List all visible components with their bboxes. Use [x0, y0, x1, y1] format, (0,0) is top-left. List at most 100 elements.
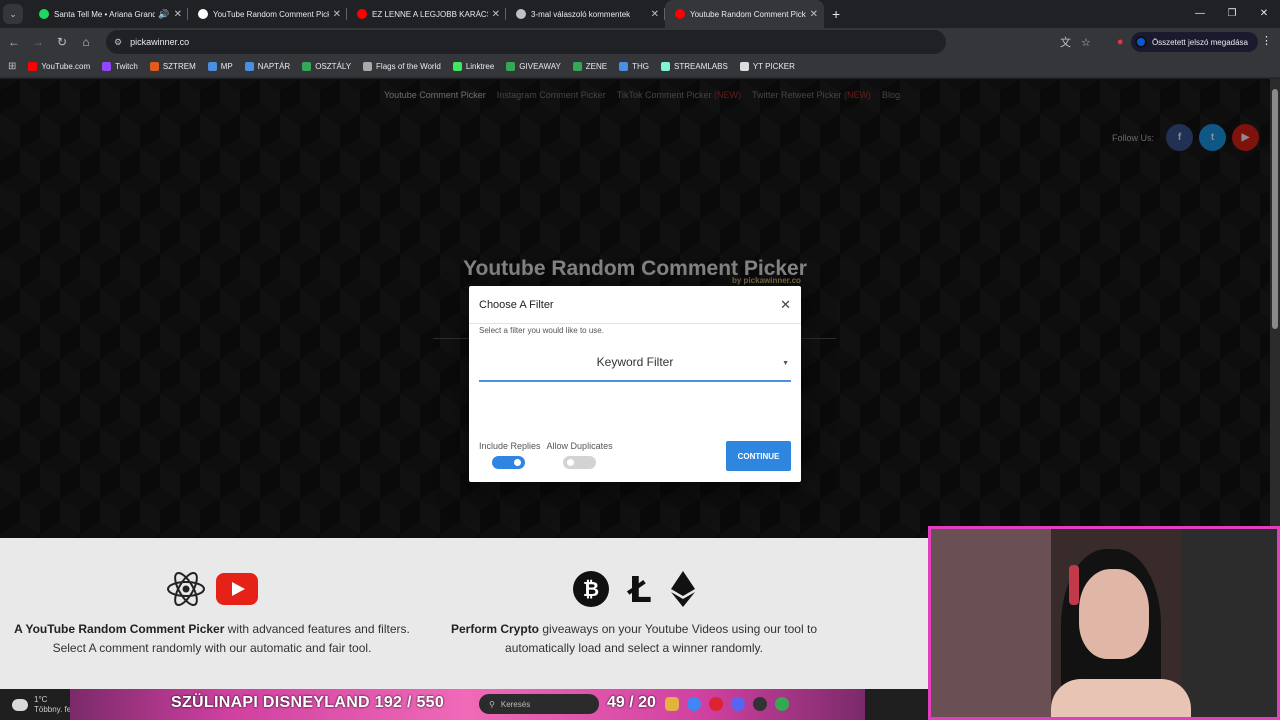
bookmark-item[interactable]: GIVEAWAY	[506, 62, 561, 71]
opera-icon[interactable]	[709, 697, 723, 711]
bookmark-favicon-icon	[207, 62, 217, 71]
reload-icon[interactable]: ↻	[50, 35, 74, 49]
bookmark-favicon-icon	[506, 62, 516, 71]
bookmark-favicon-icon	[302, 62, 312, 71]
include-replies-toggle[interactable]	[492, 456, 525, 469]
feature-text-line1: Perform Crypto giveaways on your Youtube…	[436, 620, 832, 639]
feature-bold: Perform Crypto	[451, 622, 540, 636]
streamer-body	[1051, 679, 1191, 717]
bookmark-favicon-icon	[28, 62, 38, 71]
bookmark-item[interactable]: ZENE	[572, 62, 608, 71]
bookmark-item[interactable]: THG	[619, 62, 649, 71]
tab-close-icon[interactable]: ✕	[810, 9, 818, 20]
app-icon[interactable]	[775, 697, 789, 711]
bookmark-favicon-icon	[244, 62, 254, 71]
bookmark-item[interactable]: STREAMLABS	[661, 62, 728, 71]
browser-tab[interactable]: Santa Tell Me • Ariana Grande 🔊 ✕	[29, 0, 188, 28]
tab-close-icon[interactable]: ✕	[333, 9, 341, 20]
scrollbar-thumb[interactable]	[1272, 89, 1278, 329]
chrome-icon[interactable]	[687, 697, 701, 711]
bookmark-label: ZENE	[585, 62, 608, 71]
allow-duplicates-toggle[interactable]	[562, 456, 596, 469]
browser-tab[interactable]: EZ LENNE A LEGJOBB KARÁCSONY ✕	[347, 0, 506, 28]
feature-bold: A YouTube Random Comment Picker	[14, 622, 225, 636]
restore-button[interactable]: ❐	[1216, 0, 1248, 28]
feature-icons	[14, 570, 410, 608]
bookmark-label: NAPTÁR	[257, 62, 291, 71]
tab-search-button[interactable]: ⌄	[3, 4, 23, 24]
home-icon[interactable]: ⌂	[74, 35, 98, 49]
bookmark-item[interactable]: Flags of the World	[363, 62, 441, 71]
bookmark-item[interactable]: YouTube.com	[28, 62, 90, 71]
window-controls: — ❐ ✕	[1184, 0, 1280, 28]
tab-favicon-icon	[39, 9, 49, 19]
allow-duplicates-label: Allow Duplicates	[546, 441, 613, 451]
tab-title: EZ LENNE A LEGJOBB KARÁCSONY	[372, 9, 488, 19]
extension-icon[interactable]: ●	[1117, 36, 1124, 48]
feature-crypto: ₿ Ł Perform Crypto giveaways on your You…	[436, 570, 832, 658]
bookmark-label: MP	[220, 62, 233, 71]
feature-text: with advanced features and filters.	[224, 622, 410, 636]
feature-text-line2: Select A comment randomly with our autom…	[52, 641, 372, 655]
bookmark-item[interactable]: SZTREM	[149, 62, 196, 71]
apps-grid-icon[interactable]: ⊞	[8, 61, 16, 72]
svg-text:₿: ₿	[583, 577, 599, 601]
include-replies-label: Include Replies	[479, 441, 541, 451]
minimize-button[interactable]: —	[1184, 0, 1216, 28]
taskbar-search-placeholder: Keresés	[500, 699, 531, 709]
bookmark-item[interactable]: MP	[207, 62, 233, 71]
react-icon	[167, 572, 205, 606]
bookmark-favicon-icon	[452, 62, 462, 71]
bookmark-item[interactable]: NAPTÁR	[244, 62, 291, 71]
taskbar-search[interactable]: ⚲ Keresés	[479, 694, 599, 714]
site-info-icon[interactable]: ⚙	[114, 37, 122, 48]
browser-tab[interactable]: Youtube Random Comment Picker ✕	[665, 0, 824, 28]
browser-tab[interactable]: YouTube Random Comment Picker ✕	[188, 0, 347, 28]
back-icon[interactable]: ←	[2, 35, 26, 49]
close-icon[interactable]: ✕	[780, 297, 791, 313]
bookmark-item[interactable]: YT PICKER	[739, 62, 795, 71]
bookmark-star-icon[interactable]: ☆	[1081, 36, 1091, 49]
dialog-help-text: Select a filter you would like to use.	[479, 326, 604, 335]
menu-icon[interactable]: ⋮	[1261, 34, 1272, 47]
bookmark-item[interactable]: Linktree	[452, 62, 494, 71]
filter-options: Include Replies Allow Duplicates	[479, 441, 613, 469]
address-bar[interactable]: ⚙ pickawinner.co	[106, 30, 946, 54]
bookmark-label: GIVEAWAY	[519, 62, 561, 71]
url-text: pickawinner.co	[130, 37, 190, 47]
translate-icon[interactable]: 文	[1060, 34, 1071, 50]
tab-favicon-icon	[675, 9, 685, 19]
profile-button[interactable]: Összetett jelszó megadása	[1130, 32, 1258, 52]
dialog-title: Choose A Filter	[479, 298, 554, 311]
bookmark-label: THG	[632, 62, 650, 71]
speaker-icon[interactable]: 🔊	[158, 9, 169, 20]
bookmark-label: Twitch	[115, 62, 138, 71]
bookmark-list: YouTube.com Twitch SZTREM MP NAPTÁR OSZTÁLY Fl…	[28, 62, 807, 71]
bookmark-label: OSZTÁLY	[315, 62, 352, 71]
bookmark-item[interactable]: Twitch	[102, 62, 138, 71]
tab-close-icon[interactable]: ✕	[651, 9, 659, 20]
include-replies-option: Include Replies	[479, 441, 541, 469]
browser-tab[interactable]: 3-mal válaszoló kommentek ✕	[506, 0, 665, 28]
forward-icon[interactable]: →	[26, 35, 50, 49]
filter-select[interactable]: Keyword Filter ▼	[479, 344, 791, 382]
bookmark-favicon-icon	[363, 62, 373, 71]
bookmark-item[interactable]: OSZTÁLY	[302, 62, 351, 71]
bookmark-favicon-icon	[149, 62, 159, 71]
discord-icon[interactable]	[731, 697, 745, 711]
tab-close-icon[interactable]: ✕	[492, 9, 500, 20]
obs-icon[interactable]	[753, 697, 767, 711]
feature-youtube: A YouTube Random Comment Picker with adv…	[14, 570, 410, 658]
close-window-button[interactable]: ✕	[1248, 0, 1280, 28]
avatar	[1134, 36, 1147, 48]
file-explorer-icon[interactable]	[665, 697, 679, 711]
ethereum-icon	[671, 571, 695, 607]
continue-button[interactable]: CONTINUE	[726, 441, 791, 471]
new-tab-button[interactable]: +	[832, 6, 840, 22]
bookmark-favicon-icon	[661, 62, 671, 71]
dialog-header: Choose A Filter ✕	[469, 286, 801, 324]
bitcoin-icon: ₿	[573, 571, 609, 607]
bookmark-label: Flags of the World	[376, 62, 441, 71]
tab-close-icon[interactable]: ✕	[174, 9, 182, 20]
cloudy-weather-icon	[12, 698, 28, 711]
